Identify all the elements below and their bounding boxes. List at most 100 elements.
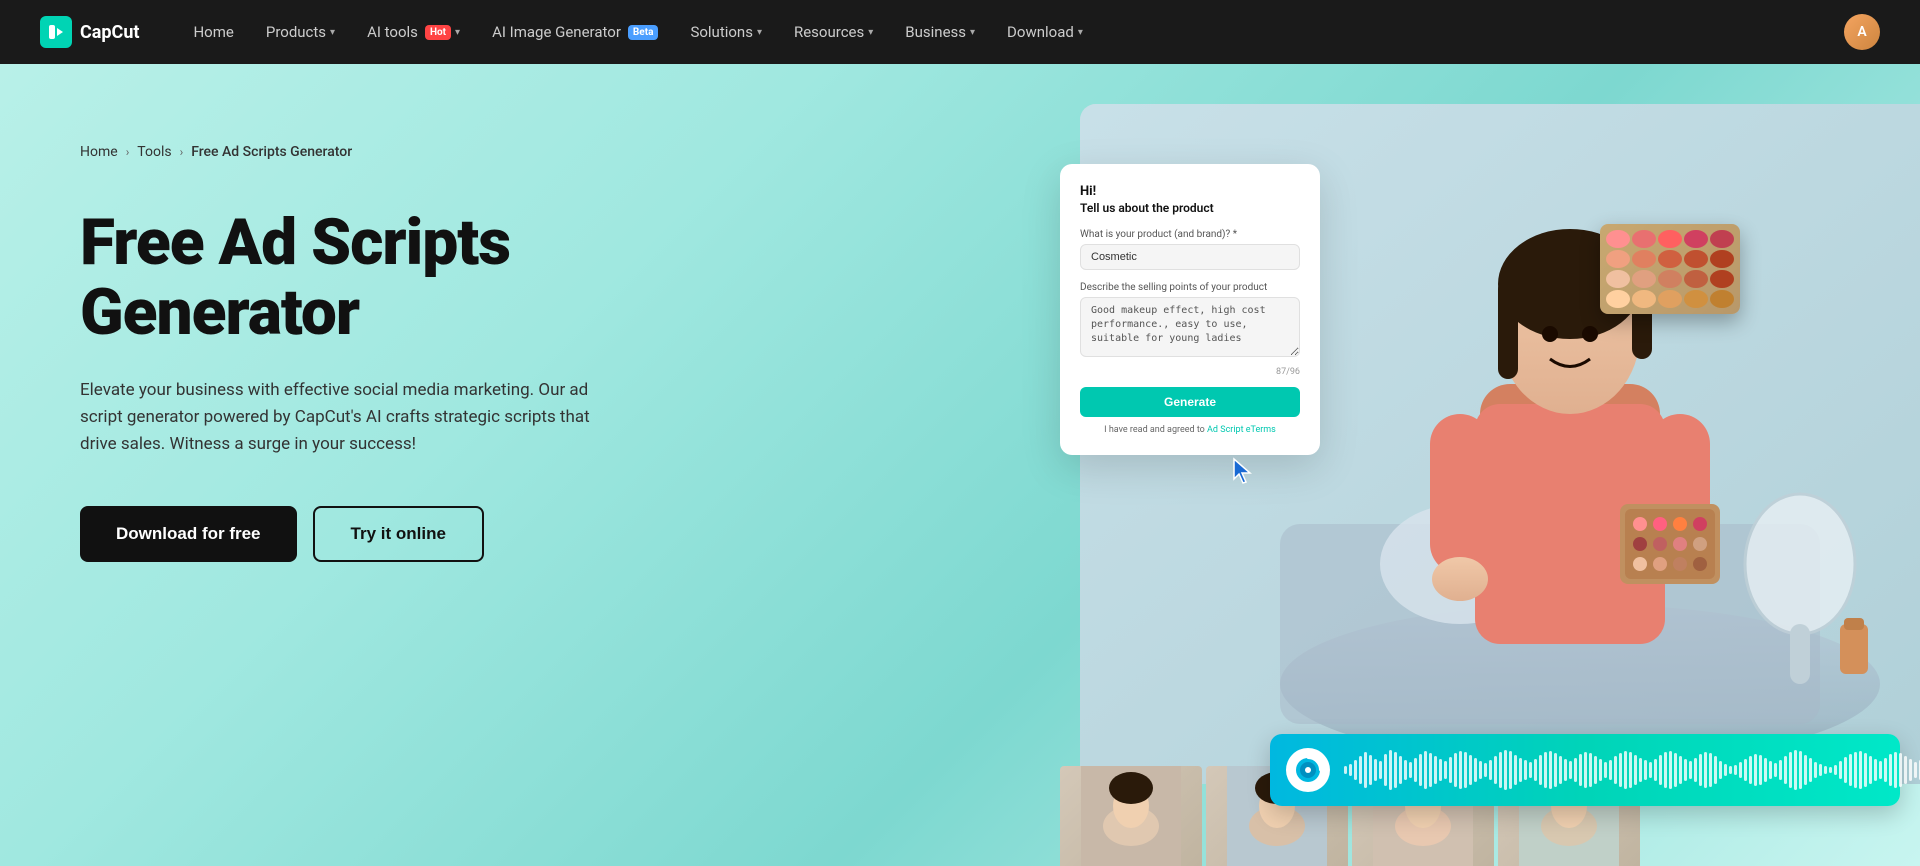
palette-dot (1658, 290, 1682, 308)
palette-dot (1606, 250, 1630, 268)
wave-bar (1614, 756, 1617, 784)
wave-bar (1909, 759, 1912, 781)
wave-bar (1469, 755, 1472, 785)
wave-bar (1414, 758, 1417, 782)
nav-item-download[interactable]: Download▾ (993, 15, 1097, 49)
wave-bar (1444, 761, 1447, 779)
badge-ai-image: Beta (628, 25, 659, 40)
chevron-resources: ▾ (868, 27, 873, 38)
nav-item-home[interactable]: Home (179, 15, 247, 49)
wave-bar (1554, 753, 1557, 787)
wave-bar (1744, 759, 1747, 781)
wave-bar (1389, 750, 1392, 790)
wave-bar (1579, 754, 1582, 786)
selling-textarea[interactable] (1080, 297, 1300, 357)
product-label: What is your product (and brand)? * (1080, 229, 1300, 240)
cursor-icon (1230, 457, 1258, 485)
wave-bar (1474, 758, 1477, 782)
nav-right: A (1844, 14, 1880, 50)
wave-bar (1634, 755, 1637, 785)
download-button[interactable]: Download for free (80, 506, 297, 562)
nav-item-resources[interactable]: Resources▾ (780, 15, 887, 49)
nav-item-solutions[interactable]: Solutions▾ (676, 15, 776, 49)
audio-bar (1270, 734, 1900, 806)
wave-bar (1839, 761, 1842, 779)
wave-bar (1884, 758, 1887, 782)
chevron-download: ▾ (1078, 27, 1083, 38)
wave-bar (1534, 759, 1537, 781)
wave-bar (1639, 758, 1642, 782)
wave-bar (1364, 752, 1367, 788)
wave-bar (1739, 762, 1742, 778)
wave-bar (1644, 760, 1647, 780)
wave-bar (1709, 753, 1712, 787)
cosmetic-palette (1600, 224, 1740, 314)
chevron-products: ▾ (330, 27, 335, 38)
wave-bar (1459, 751, 1462, 789)
wave-bar (1354, 760, 1357, 780)
terms-text: I have read and agreed to Ad Script eTer… (1080, 425, 1300, 435)
wave-bar (1859, 751, 1862, 789)
wave-bar (1714, 756, 1717, 784)
navbar: CapCut HomeProducts▾AI toolsHot▾AI Image… (0, 0, 1920, 64)
nav-item-products[interactable]: Products▾ (252, 15, 349, 49)
wave-bar (1544, 752, 1547, 788)
content-right: Hi! Tell us about the product What is yo… (1020, 64, 1920, 866)
wave-bar (1779, 760, 1782, 780)
nav-item-ai-tools[interactable]: AI toolsHot▾ (353, 15, 474, 49)
wave-bar (1604, 762, 1607, 778)
wave-bar (1424, 751, 1427, 789)
wave-bar (1904, 756, 1907, 784)
hero-title: Free Ad Scripts Generator (80, 208, 600, 349)
wave-bar (1894, 752, 1897, 788)
wave-bar (1814, 762, 1817, 778)
chevron-ai-tools: ▾ (455, 27, 460, 38)
wave-bar (1359, 756, 1362, 784)
wave-bar (1559, 756, 1562, 784)
wave-bar (1734, 765, 1737, 775)
wave-bar (1699, 754, 1702, 786)
selling-label: Describe the selling points of your prod… (1080, 282, 1300, 293)
wave-bar (1724, 764, 1727, 776)
wave-bar (1384, 754, 1387, 786)
badge-ai-tools: Hot (425, 25, 451, 40)
wave-bar (1434, 756, 1437, 784)
wave-bar (1874, 759, 1877, 781)
palette-dot (1710, 270, 1734, 288)
main-content: Home › Tools › Free Ad Scripts Generator… (0, 64, 1920, 866)
wave-bar (1659, 755, 1662, 785)
palette-dot (1658, 270, 1682, 288)
breadcrumb-tools[interactable]: Tools (137, 144, 171, 160)
wave-bar (1489, 760, 1492, 780)
wave-bar (1829, 767, 1832, 773)
form-subtitle: Tell us about the product (1080, 201, 1300, 215)
wave-bar (1379, 761, 1382, 779)
char-count: 87/96 (1080, 367, 1300, 377)
generate-button[interactable]: Generate (1080, 387, 1300, 417)
wave-bar (1889, 754, 1892, 786)
nav-item-business[interactable]: Business▾ (891, 15, 989, 49)
breadcrumb-home[interactable]: Home (80, 144, 118, 160)
wave-bar (1394, 752, 1397, 788)
logo[interactable]: CapCut (40, 16, 139, 48)
avatar[interactable]: A (1844, 14, 1880, 50)
product-input[interactable] (1080, 244, 1300, 270)
palette-dot (1658, 250, 1682, 268)
wave-bar (1509, 751, 1512, 789)
wave-bar (1419, 754, 1422, 786)
wave-bar (1519, 758, 1522, 782)
nav-item-ai-image[interactable]: AI Image GeneratorBeta (478, 15, 672, 49)
wave-bar (1349, 764, 1352, 776)
breadcrumb-current: Free Ad Scripts Generator (191, 144, 352, 160)
try-online-button[interactable]: Try it online (313, 506, 484, 562)
wave-bar (1609, 760, 1612, 780)
palette-dot (1710, 290, 1734, 308)
wave-bar (1774, 763, 1777, 777)
wave-bar (1429, 753, 1432, 787)
wave-bar (1439, 759, 1442, 781)
form-greeting: Hi! (1080, 184, 1300, 199)
wave-bar (1914, 762, 1917, 778)
wave-bar (1569, 761, 1572, 779)
wave-bar (1494, 756, 1497, 784)
wave-bar (1504, 750, 1507, 790)
